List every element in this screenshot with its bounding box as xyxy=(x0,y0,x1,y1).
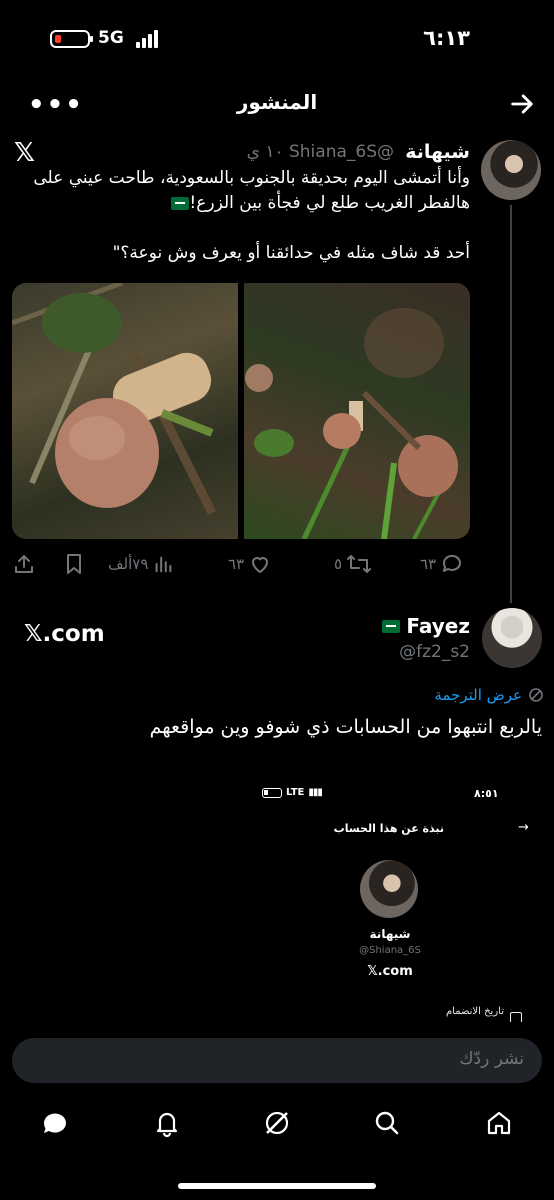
reply-input-placeholder: نشر ردّك xyxy=(459,1049,524,1069)
embedded-network: LTE xyxy=(286,787,305,798)
avatar xyxy=(360,860,418,918)
home-indicator[interactable] xyxy=(178,1183,376,1189)
notifications-icon[interactable] xyxy=(152,1108,182,1138)
reposts-count: ٥ xyxy=(334,555,343,573)
embedded-handle: @Shiana_6S xyxy=(359,945,421,956)
messages-icon[interactable] xyxy=(40,1108,70,1138)
divider xyxy=(0,1022,554,1036)
post-image[interactable] xyxy=(244,283,470,539)
reply-author-name: Fayez xyxy=(406,614,470,638)
page-title: المنشور xyxy=(236,90,318,114)
battery-icon xyxy=(262,787,282,798)
top-header: ••• المنشور xyxy=(0,86,554,126)
share-button[interactable] xyxy=(12,550,36,578)
home-icon[interactable] xyxy=(484,1108,514,1138)
embedded-join-label: تاريخ الانضمام xyxy=(445,1006,504,1017)
reply-button[interactable]: ٦٣ xyxy=(420,550,464,578)
views-count: ٧٩ألف xyxy=(108,555,149,573)
replies-count: ٦٣ xyxy=(420,555,437,573)
author-handle-time: @Shiana_6S ١٠ ي xyxy=(247,142,394,162)
translate-icon xyxy=(529,688,543,702)
bookmark-icon xyxy=(67,554,81,574)
repost-icon xyxy=(347,555,372,573)
bookmark-button[interactable] xyxy=(62,550,86,578)
grok-icon[interactable] xyxy=(262,1108,292,1138)
post-text: وأنا أتمشى اليوم بحديقة بالجنوب بالسعودي… xyxy=(33,168,470,263)
avatar[interactable] xyxy=(481,140,541,200)
saudi-flag-icon xyxy=(382,619,401,633)
saudi-flag-icon xyxy=(171,196,190,210)
like-button[interactable]: ٦٣ xyxy=(228,550,272,578)
embedded-status: LTE ▮▮▮ xyxy=(262,787,323,798)
search-icon[interactable] xyxy=(372,1108,402,1138)
comment-icon xyxy=(443,554,462,572)
brand-text: 𝕏.com xyxy=(24,621,105,647)
back-arrow-icon[interactable] xyxy=(508,90,536,118)
translate-label: عرض الترجمة xyxy=(434,686,522,704)
embedded-brand: 𝕏.com xyxy=(367,964,413,979)
status-time: ٦:١٣ xyxy=(423,26,470,50)
x-logo-icon: 𝕏 xyxy=(14,138,35,168)
reply-author[interactable]: Fayez xyxy=(382,614,470,638)
share-icon xyxy=(15,555,33,573)
heart-icon xyxy=(252,557,269,573)
reply-author-handle: @fz2_s2 xyxy=(399,642,470,662)
post-image[interactable] xyxy=(12,283,238,539)
signal-icon: ▮▮▮ xyxy=(308,787,322,798)
reply-input-box[interactable]: نشر ردّك xyxy=(12,1038,542,1083)
bottom-nav xyxy=(0,1104,554,1148)
translate-link[interactable]: عرض الترجمة xyxy=(434,686,544,704)
post-time: ١٠ ي xyxy=(246,142,284,162)
views-button[interactable]: ٧٩ألف xyxy=(108,550,174,578)
avatar[interactable] xyxy=(482,608,542,668)
repost-button[interactable]: ٥ xyxy=(334,550,372,578)
embedded-name: شيهانة xyxy=(369,927,411,941)
reply-text: يالربع انتبهوا من الحسابات ذي شوفو وين م… xyxy=(149,716,542,738)
embedded-time: ٨:٥١ xyxy=(474,787,499,800)
views-icon xyxy=(155,556,172,573)
likes-count: ٦٣ xyxy=(228,555,245,573)
post-actions: ٧٩ألف ٦٣ ٥ ٦٣ xyxy=(0,550,554,580)
author-handle: @Shiana_6S xyxy=(288,142,394,162)
status-bar: 5G ٦:١٣ xyxy=(0,24,554,54)
network-label: 5G xyxy=(98,28,124,48)
signal-icon xyxy=(136,30,162,48)
embedded-title: نبذة عن هذا الحساب xyxy=(333,822,444,835)
thread-line xyxy=(510,205,512,603)
author-name[interactable]: شيهانة xyxy=(405,141,470,163)
battery-icon xyxy=(50,30,93,48)
back-arrow-icon: → xyxy=(518,820,529,835)
